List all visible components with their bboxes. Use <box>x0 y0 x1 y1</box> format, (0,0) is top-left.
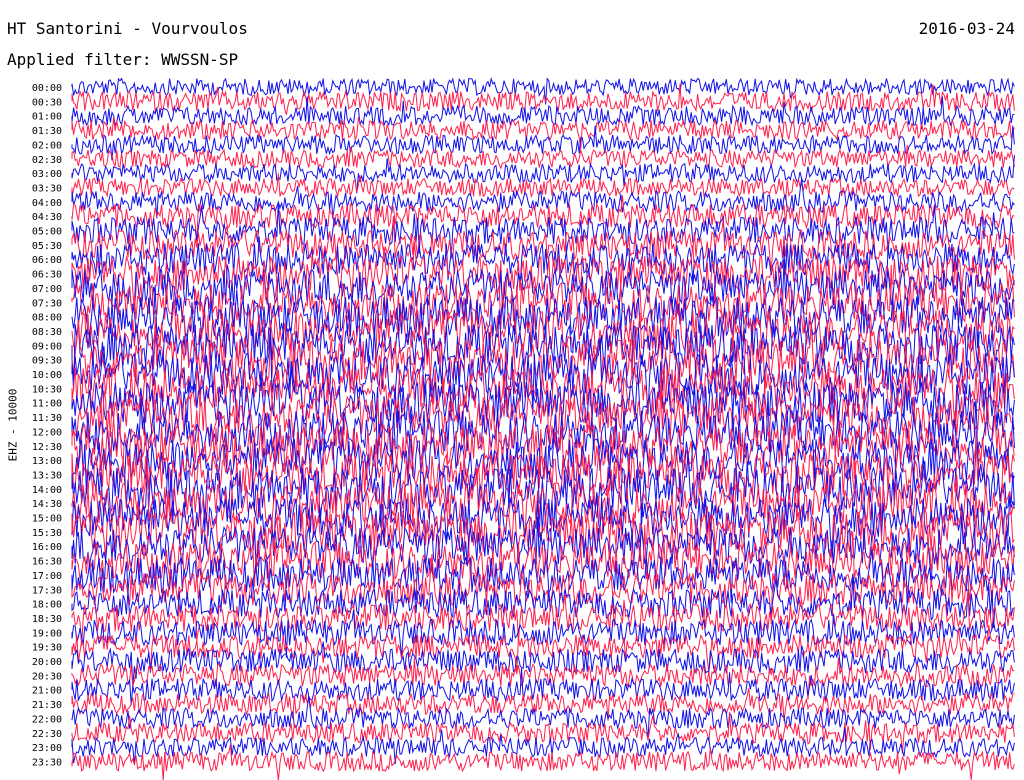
row-time-label: 04:00 <box>32 198 62 209</box>
row-time-label: 02:30 <box>32 155 62 166</box>
row-time-label: 18:30 <box>32 614 62 625</box>
row-time-label: 17:30 <box>32 585 62 596</box>
row-time-label: 00:00 <box>32 83 62 94</box>
row-time-label: 01:00 <box>32 112 62 123</box>
row-time-label: 07:30 <box>32 298 62 309</box>
row-time-label: 11:30 <box>32 413 62 424</box>
row-time-label: 20:00 <box>32 657 62 668</box>
row-time-label: 12:00 <box>32 427 62 438</box>
trace-group <box>71 76 1015 780</box>
trace-row <box>71 524 1015 587</box>
row-time-label: 03:30 <box>32 183 62 194</box>
row-time-label: 03:00 <box>32 169 62 180</box>
row-time-label: 14:00 <box>32 485 62 496</box>
row-time-label: 06:00 <box>32 255 62 266</box>
row-time-label: 05:00 <box>32 227 62 238</box>
row-time-label: 12:30 <box>32 442 62 453</box>
row-time-label: 11:00 <box>32 399 62 410</box>
row-time-label: 06:30 <box>32 270 62 281</box>
seismogram-plot: 00:00 00:30 01:00 01:30 02:00 02:30 03:00 03:30… <box>32 76 1015 780</box>
row-time-label: 21:30 <box>32 700 62 711</box>
row-time-label: 14:30 <box>32 499 62 510</box>
row-time-label: 04:30 <box>32 212 62 223</box>
row-time-label: 21:00 <box>32 686 62 697</box>
row-time-label: 19:00 <box>32 628 62 639</box>
row-time-label: 09:00 <box>32 341 62 352</box>
row-time-label: 08:00 <box>32 313 62 324</box>
row-time-label: 22:00 <box>32 714 62 725</box>
row-time-label: 08:30 <box>32 327 62 338</box>
row-time-label: 17:00 <box>32 571 62 582</box>
row-time-label: 15:00 <box>32 514 62 525</box>
row-time-label: 13:00 <box>32 456 62 467</box>
row-time-label: 09:30 <box>32 356 62 367</box>
row-time-label: 23:30 <box>32 757 62 768</box>
row-time-label: 23:00 <box>32 743 62 754</box>
row-time-label: 16:30 <box>32 557 62 568</box>
row-time-label: 00:30 <box>32 97 62 108</box>
row-time-label: 02:00 <box>32 140 62 151</box>
row-time-label: 22:30 <box>32 729 62 740</box>
row-time-label: 10:00 <box>32 370 62 381</box>
row-time-label: 05:30 <box>32 241 62 252</box>
row-time-label: 13:30 <box>32 470 62 481</box>
row-time-label: 07:00 <box>32 284 62 295</box>
row-time-label: 15:30 <box>32 528 62 539</box>
time-label-group: 00:00 00:30 01:00 01:30 02:00 02:30 03:00 03:30… <box>32 83 62 768</box>
row-time-label: 20:30 <box>32 671 62 682</box>
row-time-label: 01:30 <box>32 126 62 137</box>
row-time-label: 18:00 <box>32 600 62 611</box>
row-time-label: 16:00 <box>32 542 62 553</box>
row-time-label: 10:30 <box>32 384 62 395</box>
row-time-label: 19:30 <box>32 643 62 654</box>
